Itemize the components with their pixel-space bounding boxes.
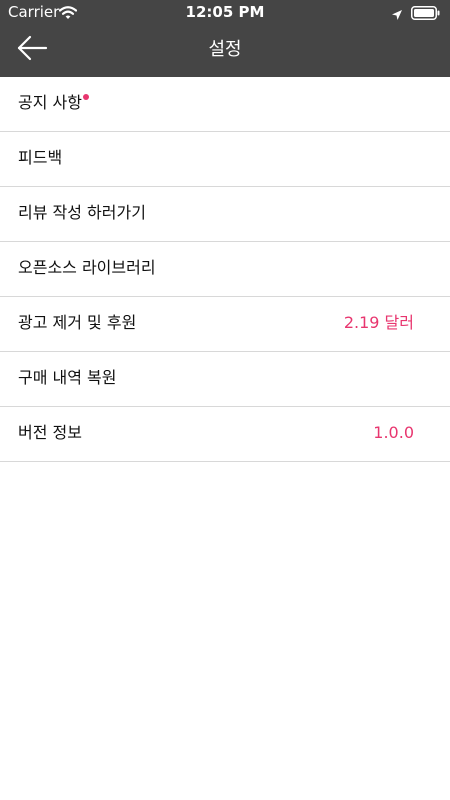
settings-list: 공지 사항 피드백 리뷰 작성 하러가기 오픈소스 라이브러리 광고 제거 및 … xyxy=(0,77,450,462)
price-value: 2.19 달러 xyxy=(343,313,414,332)
new-badge-dot xyxy=(83,94,89,100)
settings-item-label: 오픈소스 라이브러리 xyxy=(18,258,156,277)
settings-item-label: 구매 내역 복원 xyxy=(18,368,117,387)
clock: 12:05 PM xyxy=(185,3,265,21)
settings-item-label: 공지 사항 xyxy=(18,93,82,112)
settings-item-restore-purchases[interactable]: 구매 내역 복원 xyxy=(0,352,450,407)
settings-item-open-source[interactable]: 오픈소스 라이브러리 xyxy=(0,242,450,297)
page-title: 설정 xyxy=(208,39,242,60)
version-value: 1.0.0 xyxy=(373,423,414,442)
settings-item-label: 버전 정보 xyxy=(18,423,82,442)
status-bar: Carrier 12:05 PM xyxy=(0,0,450,24)
navigation-bar: 설정 xyxy=(0,24,450,77)
settings-item-feedback[interactable]: 피드백 xyxy=(0,132,450,187)
settings-item-label: 광고 제거 및 후원 xyxy=(18,313,137,332)
location-icon xyxy=(391,6,403,25)
settings-item-notice[interactable]: 공지 사항 xyxy=(0,77,450,132)
settings-item-remove-ads[interactable]: 광고 제거 및 후원 2.19 달러 xyxy=(0,297,450,352)
battery-icon xyxy=(411,5,441,24)
settings-item-write-review[interactable]: 리뷰 작성 하러가기 xyxy=(0,187,450,242)
settings-item-version[interactable]: 버전 정보 1.0.0 xyxy=(0,407,450,462)
settings-item-label: 리뷰 작성 하러가기 xyxy=(18,203,146,222)
settings-item-label: 피드백 xyxy=(18,148,63,167)
